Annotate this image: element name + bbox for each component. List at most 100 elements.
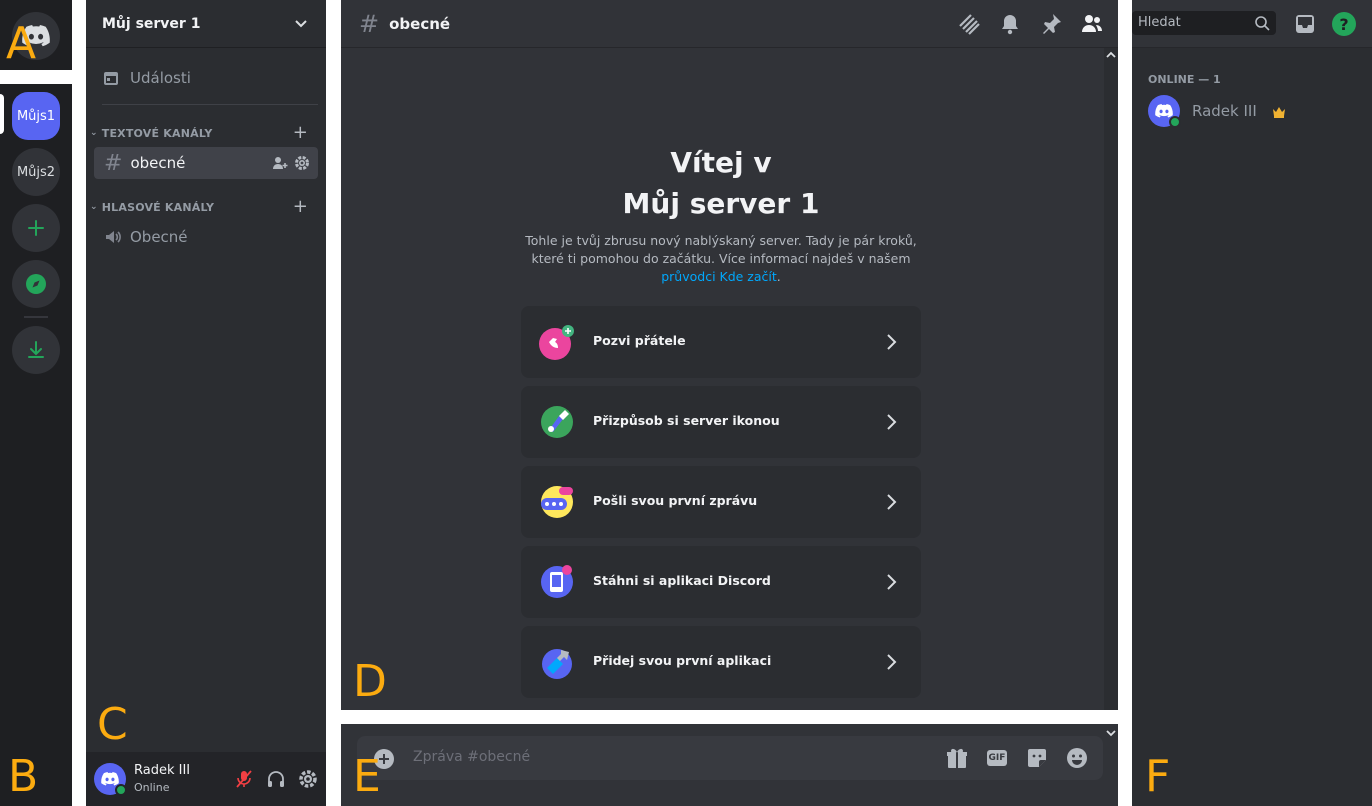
selected-server-indicator: [0, 94, 4, 134]
chevron-down-icon: ⌄: [90, 202, 98, 212]
online-status-dot: [1169, 116, 1181, 128]
user-panel: Radek III Online: [86, 752, 326, 806]
mic-muted-icon[interactable]: [234, 769, 254, 789]
hash-icon: #: [359, 9, 380, 38]
chevron-right-icon: [887, 414, 897, 430]
card-label: Přidej svou první aplikaci: [593, 653, 772, 668]
invite-friends-card[interactable]: Pozvi přátele: [521, 306, 921, 378]
members-sidebar: Hledat ? ONLINE — 1 Radek III: [1132, 0, 1372, 806]
card-label: Stáhni si aplikaci Discord: [593, 573, 771, 588]
bell-icon[interactable]: [998, 12, 1022, 36]
gift-icon[interactable]: [945, 746, 969, 770]
gear-icon[interactable]: [298, 769, 318, 789]
add-server-button[interactable]: [12, 204, 60, 252]
message-composer: Zpráva #obecné GIF: [357, 736, 1103, 780]
chat-area: # obecné Vítej v Můj server 1 Tohle je t…: [341, 0, 1118, 710]
invite-user-icon[interactable]: [272, 155, 288, 171]
chevron-down-icon: [295, 20, 307, 28]
server-name-header[interactable]: Můj server 1: [86, 0, 326, 48]
events-label: Události: [130, 69, 191, 87]
plus-icon: [28, 220, 44, 236]
invite-friends-icon: [539, 325, 574, 360]
chevron-up-icon[interactable]: [1106, 50, 1116, 60]
channel-name: obecné: [130, 154, 186, 172]
inbox-icon[interactable]: [1293, 12, 1317, 36]
sticker-icon[interactable]: [1025, 746, 1049, 770]
panel-label-d: D: [353, 656, 387, 707]
download-apps-button[interactable]: [12, 326, 60, 374]
server-icon-mujs1[interactable]: Můjs1: [12, 92, 60, 140]
speaker-icon: [106, 231, 121, 243]
search-placeholder: Hledat: [1138, 15, 1181, 30]
username: Radek III: [134, 763, 191, 778]
download-app-icon: [541, 565, 573, 598]
add-app-card[interactable]: Přidej svou první aplikaci: [521, 626, 921, 698]
member-list-icon[interactable]: [1080, 12, 1104, 36]
panel-label-f: F: [1145, 751, 1171, 802]
discord-logo-icon: [1155, 104, 1173, 118]
help-button[interactable]: ?: [1332, 12, 1356, 36]
events-item[interactable]: Události: [94, 62, 318, 94]
create-text-channel-button[interactable]: +: [293, 123, 308, 143]
chevron-down-icon: ⌄: [90, 128, 98, 138]
download-app-card[interactable]: Stáhni si aplikaci Discord: [521, 546, 921, 618]
hash-icon: #: [104, 150, 123, 176]
search-input[interactable]: Hledat: [1132, 11, 1276, 35]
card-label: Přizpůsob si server ikonou: [593, 413, 780, 428]
gif-label: GIF: [986, 750, 1008, 766]
crown-icon: [1273, 107, 1285, 118]
welcome-description: Tohle je tvůj zbrusu nový nablýskaný ser…: [519, 232, 923, 286]
member-list-item[interactable]: Radek III: [1140, 90, 1364, 132]
headphones-icon[interactable]: [266, 769, 286, 789]
panel-label-c: C: [97, 699, 128, 750]
customize-server-card[interactable]: Přizpůsob si server ikonou: [521, 386, 921, 458]
message-input[interactable]: Zpráva #obecné: [413, 749, 530, 765]
chevron-right-icon: [887, 334, 897, 350]
card-label: Pošli svou první zprávu: [593, 493, 758, 508]
download-icon: [28, 341, 44, 358]
threads-icon[interactable]: [957, 12, 981, 36]
create-voice-channel-button[interactable]: +: [293, 197, 308, 217]
scrollbar[interactable]: [1104, 48, 1118, 710]
channel-title: obecné: [389, 14, 451, 33]
server-list-separator: [24, 316, 48, 318]
search-icon: [1255, 16, 1270, 31]
panel-label-b: B: [8, 751, 39, 802]
pin-icon[interactable]: [1039, 12, 1063, 36]
calendar-icon: [104, 72, 118, 85]
welcome-title-line1: Vítej v: [670, 146, 772, 179]
channel-sidebar: Můj server 1 Události ⌄ TEXTOVÉ KANÁLY +…: [86, 0, 326, 806]
online-members-header: ONLINE — 1: [1148, 73, 1221, 86]
server-name: Můj server 1: [102, 15, 201, 32]
user-status: Online: [134, 781, 170, 794]
first-message-icon: [541, 486, 573, 518]
discord-logo-icon: [101, 772, 119, 786]
welcome-description-end: .: [776, 269, 781, 284]
add-app-icon: [542, 649, 572, 679]
gear-icon[interactable]: [294, 155, 310, 171]
welcome-title-line2: Můj server 1: [622, 187, 820, 220]
chevron-right-icon: [887, 574, 897, 590]
channel-item-obecne[interactable]: # obecné: [94, 147, 318, 179]
panel-label-e: E: [353, 751, 381, 802]
customize-icon: [541, 406, 573, 438]
category-label: HLASOVÉ KANÁLY: [101, 200, 215, 214]
chevron-right-icon: [887, 494, 897, 510]
emoji-icon[interactable]: [1065, 746, 1089, 770]
divider: [102, 104, 318, 105]
getting-started-guide-link[interactable]: průvodci Kde začít: [661, 269, 777, 284]
chevron-right-icon: [887, 654, 897, 670]
category-voice-channels[interactable]: ⌄ HLASOVÉ KANÁLY +: [90, 197, 322, 217]
chevron-down-icon[interactable]: [1106, 728, 1116, 738]
online-status-dot: [115, 784, 127, 796]
voice-channel-obecne[interactable]: Obecné: [94, 221, 318, 253]
voice-channel-name: Obecné: [130, 228, 188, 246]
gif-button[interactable]: GIF: [985, 746, 1009, 770]
explore-servers-button[interactable]: [12, 260, 60, 308]
server-list: Můjs1 Můjs2: [0, 84, 72, 806]
first-message-card[interactable]: Pošli svou první zprávu: [521, 466, 921, 538]
compass-icon: [26, 274, 46, 294]
category-text-channels[interactable]: ⌄ TEXTOVÉ KANÁLY +: [90, 123, 322, 143]
top-toolbar: Hledat ?: [1132, 0, 1372, 48]
server-icon-mujs2[interactable]: Můjs2: [12, 148, 60, 196]
